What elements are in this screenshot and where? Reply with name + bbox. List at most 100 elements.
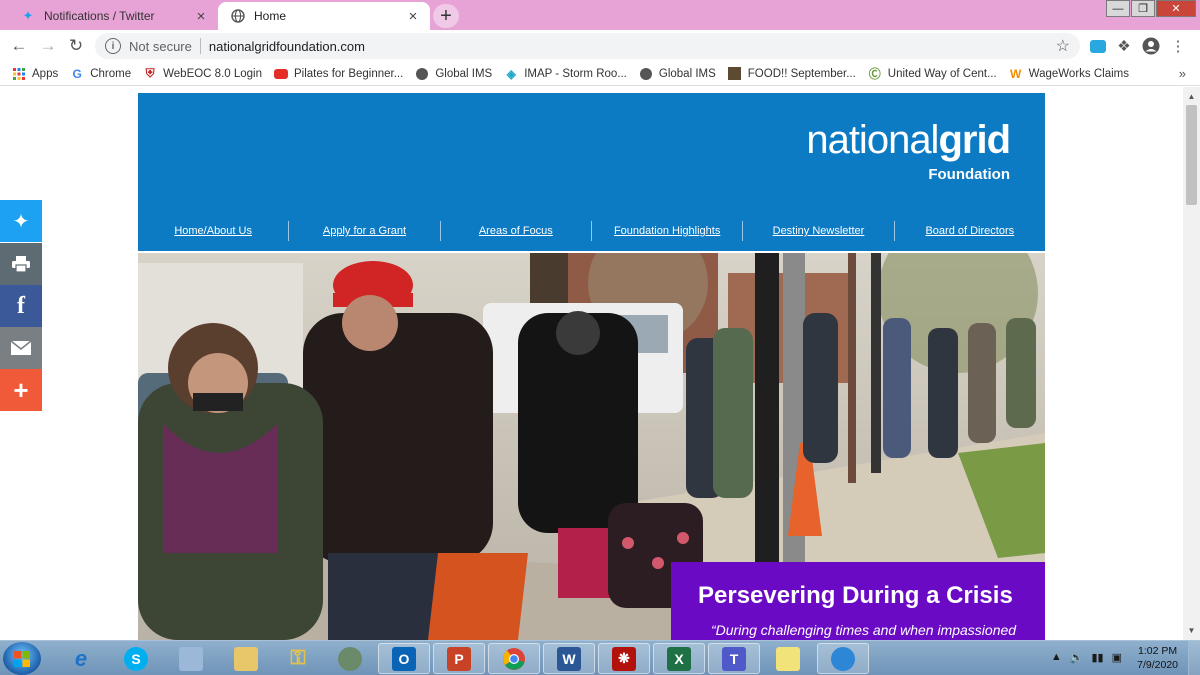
bookmark-food[interactable]: FOOD!! September... [728, 67, 856, 81]
extension-chat-icon[interactable] [1088, 36, 1108, 56]
key-app-icon: ⚿ [290, 647, 306, 669]
nav-apply-grant[interactable]: Apply for a Grant [289, 221, 441, 241]
minimize-button[interactable]: — [1106, 0, 1130, 17]
bookmark-chrome[interactable]: G Chrome [70, 66, 132, 81]
cloud-app-icon [831, 646, 855, 671]
print-icon [12, 256, 30, 273]
share-facebook-button[interactable]: f [0, 285, 42, 327]
taskbar-chrome[interactable] [488, 643, 540, 674]
bookmark-global-ims[interactable]: Global IMS [415, 67, 492, 81]
featured-story-callout[interactable]: Persevering During a Crisis “During chal… [671, 562, 1045, 640]
email-icon [10, 340, 32, 355]
bookmark-apps[interactable]: Apps [12, 67, 58, 81]
notepad-icon [179, 646, 203, 671]
internet-explorer-icon: e [74, 645, 88, 671]
taskbar-globe-app[interactable] [324, 643, 376, 674]
nav-areas-of-focus[interactable]: Areas of Focus [441, 221, 592, 241]
share-print-button[interactable] [0, 243, 42, 285]
restore-button[interactable]: ❐ [1131, 0, 1155, 17]
scroll-down-arrow-icon[interactable]: ▼ [1183, 623, 1200, 638]
taskbar-file-explorer[interactable] [220, 643, 272, 674]
bookmark-global-ims-2[interactable]: Global IMS [639, 67, 716, 81]
forward-arrow-icon[interactable]: → [36, 35, 60, 57]
reload-icon[interactable]: ↻ [64, 35, 88, 57]
apps-grid-icon [12, 67, 26, 81]
taskbar-cloud-app[interactable] [817, 643, 869, 674]
address-separator [199, 38, 201, 54]
taskbar-clock[interactable]: 1:02 PM 7/9/2020 [1137, 644, 1178, 672]
taskbar-key-app[interactable]: ⚿ [272, 643, 324, 674]
more-bookmarks-chevron-icon[interactable]: » [1179, 66, 1186, 81]
start-button[interactable] [3, 642, 41, 675]
nav-home-about[interactable]: Home/About Us [138, 221, 290, 241]
browser-menu-icon[interactable]: ⋮ [1168, 36, 1188, 56]
new-tab-button[interactable]: + [433, 4, 459, 28]
close-window-button[interactable]: ✕ [1156, 0, 1196, 17]
google-g-icon: G [72, 66, 82, 81]
acrobat-icon: ❋ [612, 646, 636, 671]
browser-tab-strip: ✦ Notifications / Twitter × Home × + — ❐… [0, 0, 1200, 30]
tab-twitter-notifications[interactable]: ✦ Notifications / Twitter × [8, 2, 218, 30]
page-scrollbar[interactable]: ▲ ▼ [1183, 87, 1200, 640]
powerpoint-icon: P [447, 646, 471, 671]
nav-board-of-directors[interactable]: Board of Directors [895, 221, 1045, 241]
share-more-button[interactable]: + [0, 369, 42, 411]
tab-home[interactable]: Home × [218, 2, 430, 30]
share-twitter-button[interactable]: ✦ [0, 200, 42, 242]
bookmark-label: Pilates for Beginner... [294, 67, 404, 80]
show-hidden-icons-icon[interactable]: ▲ [1051, 651, 1062, 664]
taskbar-skype[interactable]: S [110, 643, 162, 674]
bookmark-united-way[interactable]: Ⓒ United Way of Cent... [868, 67, 997, 81]
webeoc-shield-icon: ⛨ [145, 66, 155, 80]
show-desktop-button[interactable] [1188, 641, 1200, 675]
bookmark-webeoc[interactable]: ⛨ WebEOC 8.0 Login [143, 66, 262, 81]
youtube-icon [274, 67, 288, 81]
profile-avatar-icon[interactable] [1141, 36, 1161, 56]
bookmark-label: Global IMS [658, 67, 716, 80]
scroll-up-arrow-icon[interactable]: ▲ [1183, 89, 1200, 104]
taskbar-word[interactable]: W [543, 643, 595, 674]
globe-icon [230, 8, 246, 24]
bookmark-label: Chrome [90, 67, 132, 80]
share-email-button[interactable] [0, 327, 42, 369]
back-arrow-icon[interactable]: ← [7, 35, 31, 57]
national-grid-logo[interactable]: nationalgrid Foundation [806, 120, 1011, 183]
globe-app-icon [338, 646, 362, 671]
address-bar[interactable]: i Not secure nationalgridfoundation.com … [95, 33, 1080, 59]
facebook-icon: f [17, 292, 25, 319]
nav-foundation-highlights[interactable]: Foundation Highlights [592, 221, 744, 241]
taskbar-internet-explorer[interactable]: e [55, 643, 107, 674]
bookmark-star-icon[interactable]: ☆ [1056, 36, 1070, 56]
taskbar-notepad[interactable] [165, 643, 217, 674]
taskbar-powerpoint[interactable]: P [433, 643, 485, 674]
taskbar-teams[interactable]: T [708, 643, 760, 674]
clock-date: 7/9/2020 [1137, 659, 1178, 671]
photo-icon [728, 67, 742, 81]
bookmark-pilates[interactable]: Pilates for Beginner... [274, 67, 403, 81]
more-plus-icon: + [13, 374, 29, 405]
network-icon[interactable]: ▣ [1112, 651, 1122, 664]
info-icon[interactable]: i [105, 38, 121, 54]
wageworks-icon: W [1010, 66, 1022, 81]
close-tab-icon[interactable]: × [192, 7, 210, 25]
volume-icon[interactable]: 🔈 [1070, 651, 1084, 664]
taskbar-outlook[interactable]: O [378, 643, 430, 674]
bookmark-wageworks[interactable]: W WageWorks Claims [1009, 67, 1129, 81]
scroll-thumb[interactable] [1186, 105, 1197, 205]
windows-logo-icon [14, 650, 30, 667]
close-tab-icon[interactable]: × [404, 7, 422, 25]
bookmark-label: IMAP - Storm Roo... [524, 67, 627, 80]
window-controls: — ❐ ✕ [1106, 0, 1196, 18]
signal-icon[interactable]: ▮▮ [1091, 651, 1103, 664]
extensions-puzzle-icon[interactable]: ❖ [1114, 36, 1134, 56]
taskbar-acrobat[interactable]: ❋ [598, 643, 650, 674]
sticky-notes-icon [776, 646, 800, 671]
outlook-icon: O [392, 646, 416, 671]
word-icon: W [557, 646, 581, 671]
taskbar-sticky-notes[interactable] [762, 643, 814, 674]
taskbar-excel[interactable]: X [653, 643, 705, 674]
bookmark-imap[interactable]: ◈ IMAP - Storm Roo... [504, 67, 627, 81]
url-text: nationalgridfoundation.com [208, 38, 365, 54]
nav-destiny-newsletter[interactable]: Destiny Newsletter [743, 221, 895, 241]
featured-story-heading: Persevering During a Crisis [698, 582, 1013, 609]
